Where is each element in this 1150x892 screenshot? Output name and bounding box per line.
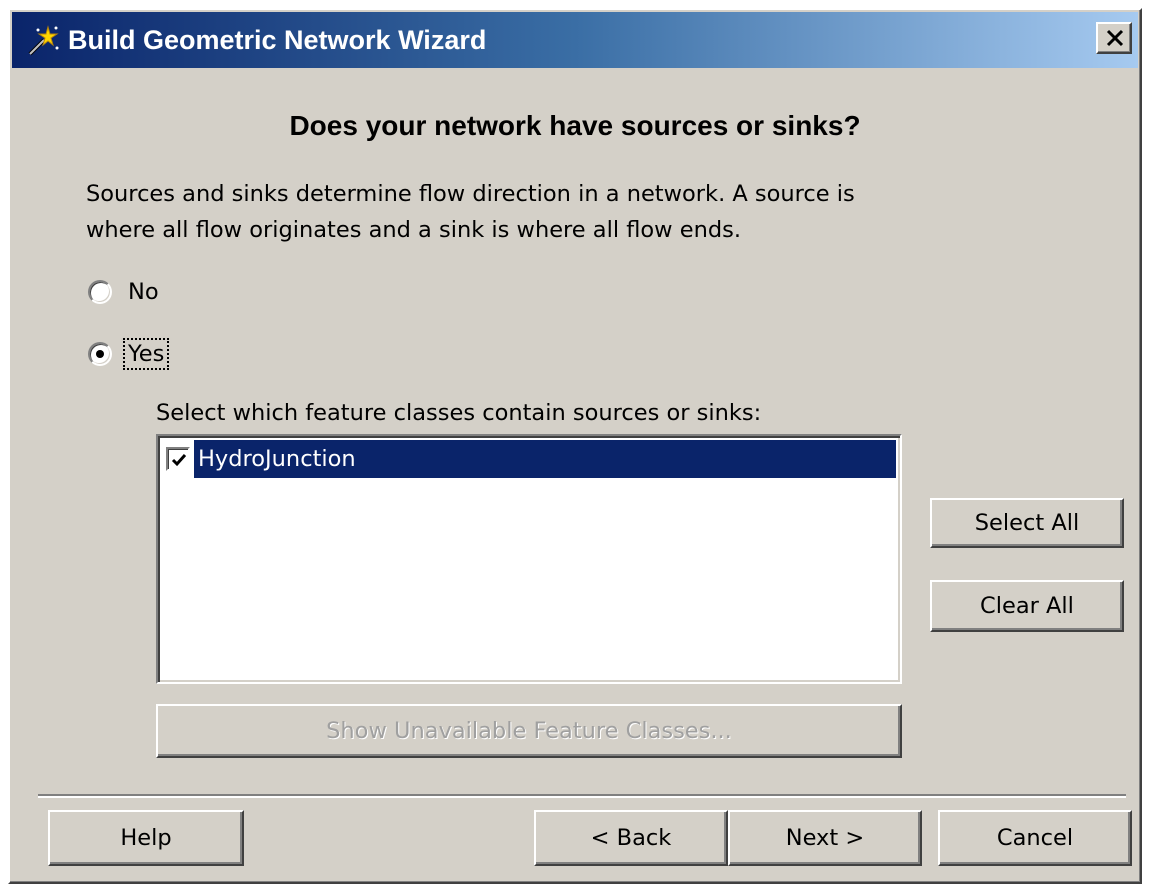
wand-icon — [26, 24, 60, 58]
feature-class-list[interactable]: HydroJunction — [156, 434, 902, 684]
list-item-label[interactable]: HydroJunction — [194, 440, 896, 478]
radio-no-button[interactable] — [88, 280, 112, 304]
next-button[interactable]: Next > — [728, 810, 922, 866]
separator — [38, 794, 1126, 798]
clear-all-label: Clear All — [980, 593, 1074, 619]
window-title: Build Geometric Network Wizard — [68, 25, 487, 55]
select-all-label: Select All — [974, 510, 1080, 536]
select-all-button[interactable]: Select All — [930, 498, 1124, 548]
radio-yes[interactable]: Yes — [88, 336, 170, 372]
description-line-2: where all flow originates and a sink is … — [86, 217, 741, 243]
radio-no[interactable]: No — [88, 274, 161, 310]
description: Sources and sinks determine flow directi… — [86, 176, 986, 248]
clear-all-button[interactable]: Clear All — [930, 580, 1124, 632]
close-button[interactable] — [1096, 22, 1132, 54]
description-line-1: Sources and sinks determine flow directi… — [86, 181, 855, 207]
cancel-label: Cancel — [996, 825, 1074, 851]
cancel-button[interactable]: Cancel — [938, 810, 1132, 866]
title-bar[interactable]: Build Geometric Network Wizard — [12, 12, 1138, 68]
wizard-window: Build Geometric Network Wizard Does your… — [8, 8, 1142, 884]
hydrojunction-checkbox[interactable] — [166, 447, 190, 471]
next-label: Next > — [785, 825, 865, 851]
radio-yes-button[interactable] — [88, 342, 112, 366]
page-heading: Does your network have sources or sinks? — [289, 110, 861, 141]
radio-no-label[interactable]: No — [126, 279, 161, 305]
back-label: < Back — [590, 825, 672, 851]
radio-yes-label[interactable]: Yes — [122, 338, 170, 370]
feature-classes-prompt: Select which feature classes contain sou… — [156, 400, 762, 426]
help-label: Help — [120, 825, 172, 851]
show-unavailable-label: Show Unavailable Feature Classes... — [326, 718, 732, 744]
back-button[interactable]: < Back — [534, 810, 728, 866]
help-button[interactable]: Help — [48, 810, 244, 866]
list-item[interactable]: HydroJunction — [162, 440, 896, 478]
show-unavailable-button[interactable]: Show Unavailable Feature Classes... — [156, 704, 902, 758]
